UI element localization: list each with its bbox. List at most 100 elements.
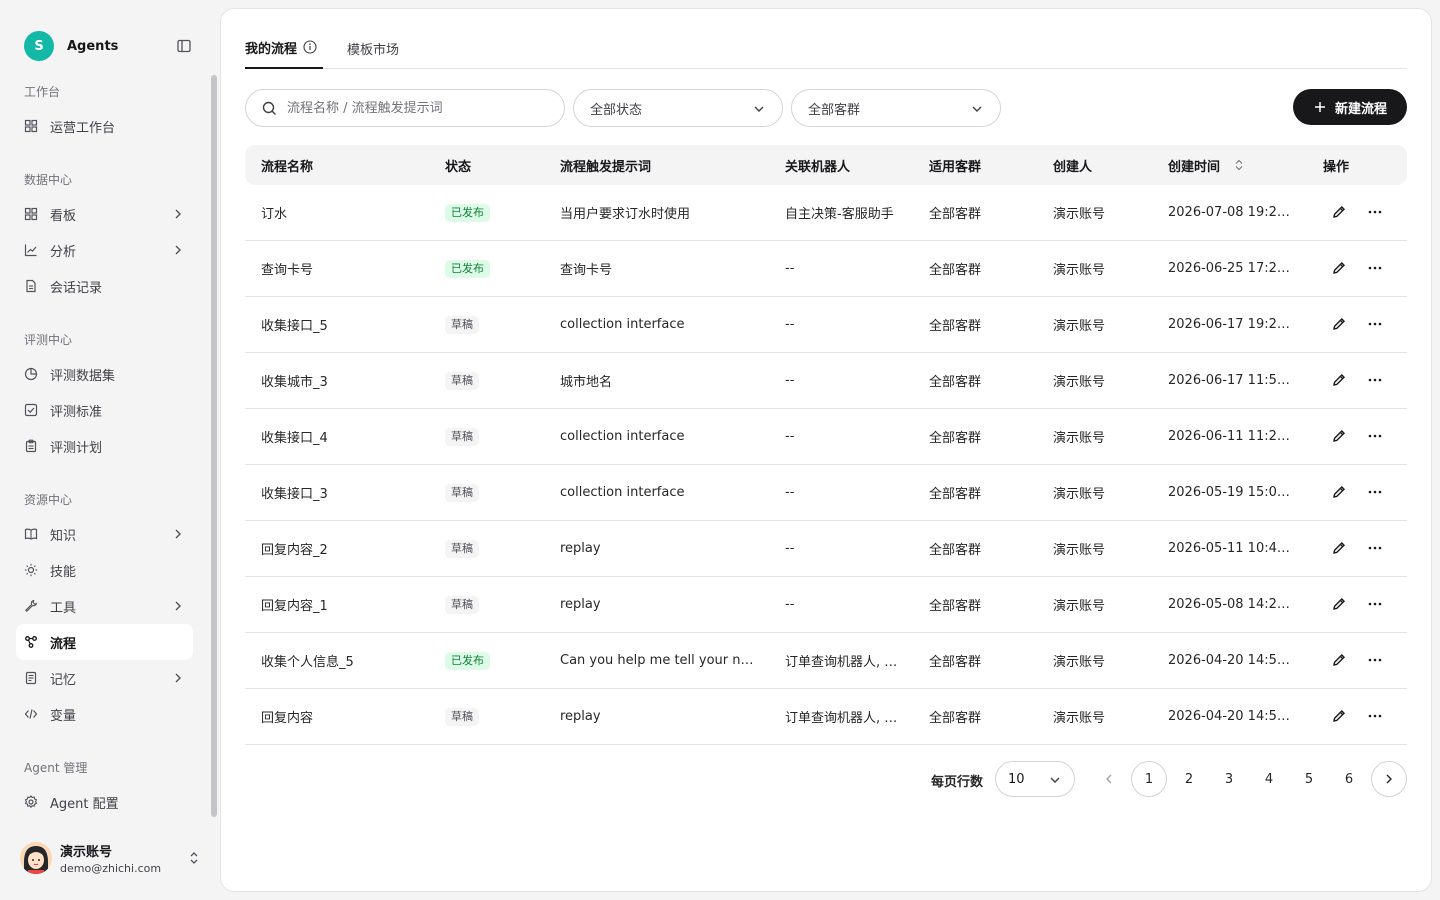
sidebar-item[interactable]: 知识 [16,516,193,552]
edit-button[interactable] [1330,315,1348,333]
table-row[interactable]: 收集城市_3 草稿 城市地名 -- 全部客群 演示账号 2026-06-17 11:53:1… [245,353,1407,409]
edit-button[interactable] [1330,483,1348,501]
table-cell: 草稿 [445,409,545,464]
cell-robot: -- [785,373,795,388]
table-cell: collection interface [560,297,760,352]
status-badge: 草稿 [445,539,479,558]
table-row[interactable]: 回复内容_2 草稿 replay -- 全部客群 演示账号 2026-05-11 10:49… [245,521,1407,577]
more-horizontal-icon [1368,714,1382,718]
sidebar-item[interactable]: 技能 [16,552,193,588]
sidebar-item[interactable]: 分析 [16,232,193,268]
new-flow-button[interactable]: 新建流程 [1293,89,1407,125]
table-cell: 全部客群 [929,353,1039,408]
table-cell: 演示账号 [1053,577,1153,632]
edit-button[interactable] [1330,539,1348,557]
audience-filter-value: 全部客群 [808,102,861,118]
table-cell: 草稿 [445,577,545,632]
edit-button[interactable] [1330,707,1348,725]
cell-trigger: collection interface [560,429,685,444]
more-actions-button[interactable] [1366,707,1384,725]
page-button[interactable]: 3 [1211,761,1247,797]
page-button[interactable]: 1 [1131,761,1167,797]
sidebar-item[interactable]: 评测计划 [16,428,193,464]
edit-button[interactable] [1330,595,1348,613]
column-header-label: 流程名称 [261,159,314,175]
user-account-switcher[interactable]: 演示账号 demo@zhichi.com [16,836,206,880]
page-button[interactable]: 4 [1251,761,1287,797]
table-row[interactable]: 回复内容_1 草稿 replay -- 全部客群 演示账号 2026-05-08 14:27… [245,577,1407,633]
table-cell: 2026-05-11 10:49:16 [1168,521,1296,576]
cell-creator: 演示账号 [1053,655,1106,670]
brand-name: Agents [67,38,119,54]
prev-page-button[interactable] [1091,761,1127,797]
table-row[interactable]: 查询卡号 已发布 查询卡号 -- 全部客群 演示账号 2026-06-25 17:21:08 [245,241,1407,297]
page-button[interactable]: 2 [1171,761,1207,797]
info-icon[interactable] [303,40,317,54]
rows-per-page-select[interactable]: 10 [995,761,1075,797]
more-actions-button[interactable] [1366,539,1384,557]
sidebar-item[interactable]: 运营工作台 [16,108,193,144]
workflow-icon [24,635,38,649]
tab-my-flows[interactable]: 我的流程 [245,27,323,69]
more-horizontal-icon [1368,490,1382,494]
more-actions-button[interactable] [1366,371,1384,389]
sidebar-collapse-button[interactable] [175,37,193,55]
tab-template-market[interactable]: 模板市场 [347,27,399,69]
next-page-button[interactable] [1371,761,1407,797]
table-row[interactable]: 收集接口_5 草稿 collection interface -- 全部客群 演示账号 20… [245,297,1407,353]
cell-audience: 全部客群 [929,655,982,670]
sidebar-item[interactable]: 评测标准 [16,392,193,428]
table-cell: 演示账号 [1053,185,1153,240]
table-cell: replay [560,521,760,576]
edit-button[interactable] [1330,371,1348,389]
status-filter-select[interactable]: 全部状态 [573,89,783,127]
more-horizontal-icon [1368,658,1382,662]
search-input[interactable] [287,100,547,116]
more-actions-button[interactable] [1366,427,1384,445]
column-header[interactable]: 创建时间 [1168,145,1244,185]
audience-filter-select[interactable]: 全部客群 [791,89,1001,127]
chevron-down-icon [754,106,764,112]
column-header: 流程名称 [261,145,313,185]
sidebar-item[interactable]: 变量 [16,696,193,732]
page-button[interactable]: 6 [1331,761,1367,797]
chart-line-icon [24,243,38,257]
more-actions-button[interactable] [1366,315,1384,333]
sidebar-item[interactable]: 流程 [16,624,193,660]
table-cell: -- [785,521,903,576]
page-button[interactable]: 5 [1291,761,1327,797]
table-cell: 2026-06-17 11:53:12 [1168,353,1296,408]
sidebar-item[interactable]: 评测数据集 [16,356,193,392]
sidebar-item[interactable]: Agent 配置 [16,784,193,820]
table-row[interactable]: 回复内容 草稿 replay 订单查询机器人, 客服助手 全部客群 演示账号 2026-04… [245,689,1407,745]
sort-icon[interactable] [1234,159,1244,171]
more-actions-button[interactable] [1366,203,1384,221]
more-actions-button[interactable] [1366,651,1384,669]
edit-button[interactable] [1330,259,1348,277]
edit-button[interactable] [1330,203,1348,221]
document-icon [24,279,38,293]
table-row[interactable]: 收集接口_4 草稿 collection interface -- 全部客群 演示账号 20… [245,409,1407,465]
more-actions-button[interactable] [1366,595,1384,613]
cell-name: 回复内容_2 [261,543,328,558]
cell-creator: 演示账号 [1053,599,1106,614]
cell-robot: -- [785,541,795,556]
edit-button[interactable] [1330,651,1348,669]
sidebar-scrollbar[interactable] [211,75,217,817]
table-row[interactable]: 订水 已发布 当用户要求订水时使用 自主决策-客服助手 全部客群 演示账号 2026-07-… [245,185,1407,241]
more-actions-button[interactable] [1366,483,1384,501]
sidebar-item[interactable]: 看板 [16,196,193,232]
edit-button[interactable] [1330,427,1348,445]
sidebar-item[interactable]: 工具 [16,588,193,624]
sidebar-item-label: 变量 [50,708,77,724]
table-row[interactable]: 收集个人信息_5 已发布 Can you help me tell your nam… [245,633,1407,689]
sidebar-item[interactable]: 会话记录 [16,268,193,304]
chevron-right-icon [175,209,181,219]
column-header-label: 创建时间 [1168,159,1221,175]
table-row[interactable]: 收集接口_3 草稿 collection interface -- 全部客群 演示账号 20… [245,465,1407,521]
sidebar-item[interactable]: 记忆 [16,660,193,696]
dashboard-grid-icon [24,119,38,133]
cell-robot: 订单查询机器人, 客服助手 [785,655,903,670]
more-actions-button[interactable] [1366,259,1384,277]
status-badge: 草稿 [445,707,479,726]
